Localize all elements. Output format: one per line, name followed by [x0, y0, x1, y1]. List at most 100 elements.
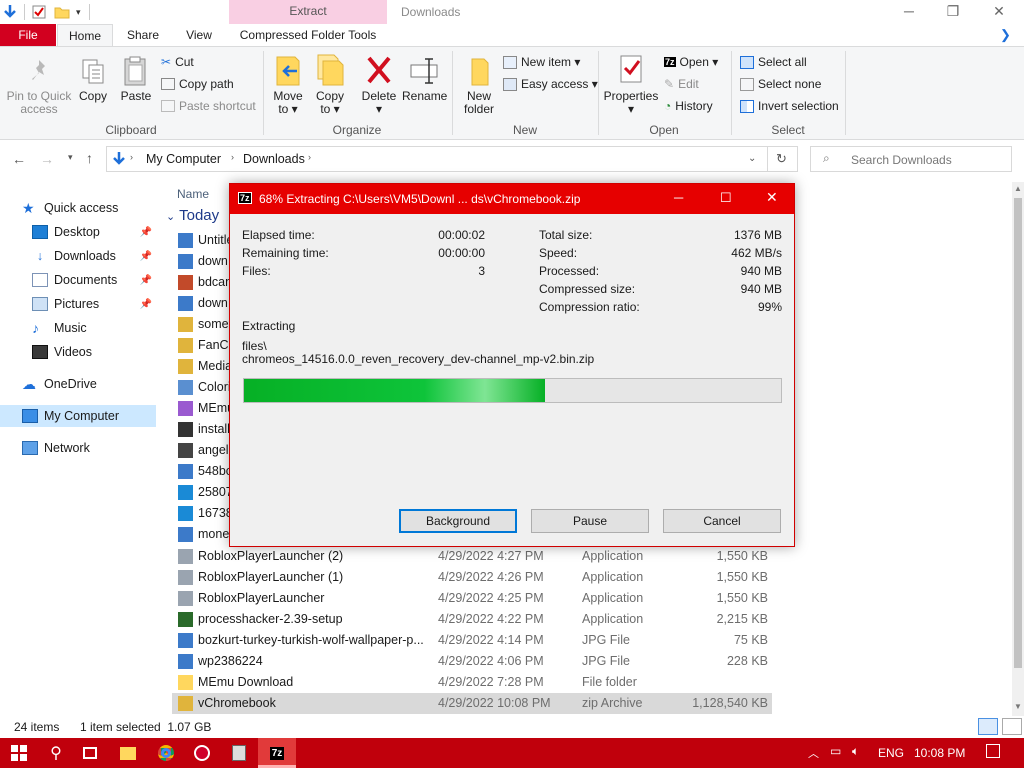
show-hidden-icons[interactable]: ︿ [808, 745, 819, 761]
easy-access-button[interactable]: Easy access ▾ [503, 75, 598, 93]
properties-check-icon[interactable] [32, 5, 46, 19]
network-tray-icon[interactable]: ▭ [830, 744, 841, 758]
details-view-icon[interactable] [978, 718, 998, 735]
help-icon[interactable]: ❯ [1000, 27, 1011, 43]
table-row[interactable]: bozkurt-turkey-turkish-wolf-wallpaper-p.… [172, 630, 772, 651]
new-folder-button[interactable]: New folder [460, 53, 498, 116]
cancel-button[interactable]: Cancel [663, 509, 781, 533]
move-to-button[interactable]: Move to ▾ [270, 53, 306, 116]
tab-compressed-folder-tools[interactable]: Compressed Folder Tools [229, 24, 387, 46]
list-item[interactable]: FanCo [172, 335, 236, 356]
delete-button[interactable]: Delete ▾ [360, 53, 398, 116]
table-row[interactable]: vChromebook 4/29/2022 10:08 PM zip Archive… [172, 693, 772, 714]
taskbar-chrome[interactable] [148, 738, 184, 768]
search-input[interactable]: ⌕ Search Downloads [810, 146, 1012, 172]
list-item[interactable]: bdcam [172, 272, 236, 293]
scroll-down-icon[interactable]: ▼ [1014, 702, 1022, 711]
pin-to-quick-access-button[interactable]: Pin to Quick access [4, 57, 74, 116]
refresh-button[interactable]: ↻ [768, 146, 798, 172]
edit-button[interactable]: ✎ Edit [664, 75, 699, 93]
list-item[interactable]: down [172, 293, 230, 314]
paste-button[interactable]: Paste [118, 55, 154, 103]
forward-arrow-icon[interactable]: → [40, 151, 54, 167]
dialog-maximize-icon[interactable]: ☐ [720, 190, 732, 206]
taskbar-app-record[interactable] [184, 738, 220, 768]
minimize-button[interactable]: ─ [886, 0, 932, 24]
maximize-button[interactable]: ❐ [930, 0, 976, 24]
group-header-today[interactable]: ⌄ Today [166, 207, 219, 224]
paste-shortcut-button[interactable]: Paste shortcut [161, 97, 256, 115]
extract-context-tab[interactable]: Extract [229, 0, 387, 24]
nav-item-network[interactable]: Network [0, 437, 156, 459]
volume-icon[interactable]: 🔈︎ [852, 744, 859, 759]
list-item[interactable]: 548bc [172, 461, 232, 482]
table-row[interactable]: RobloxPlayerLauncher (2) 4/29/2022 4:27 P… [172, 546, 772, 567]
taskbar-file-explorer[interactable] [110, 738, 146, 768]
recent-locations-chevron-icon[interactable]: ▾ [68, 152, 73, 163]
breadcrumb-chevron-icon[interactable]: › [130, 152, 133, 162]
list-item[interactable]: 25807 [172, 482, 233, 503]
nav-item-pictures[interactable]: Pictures 📌 [0, 293, 156, 315]
copy-to-button[interactable]: Copy to ▾ [312, 53, 348, 116]
history-button[interactable]: ◔ History [664, 97, 713, 115]
vertical-scrollbar[interactable]: ▲ ▼ [1012, 182, 1024, 716]
rename-button[interactable]: Rename [402, 53, 447, 103]
notifications-icon[interactable] [986, 744, 1000, 758]
list-item[interactable]: Untitle [172, 230, 233, 251]
scrollbar-thumb[interactable] [1014, 198, 1022, 668]
nav-item-videos[interactable]: Videos [0, 341, 156, 363]
cut-button[interactable]: ✂ Cut [161, 53, 194, 71]
down-arrow-icon[interactable] [2, 4, 18, 20]
large-icons-view-icon[interactable] [1002, 718, 1022, 735]
nav-item-downloads[interactable]: ↓ Downloads 📌 [0, 245, 156, 267]
invert-selection-button[interactable]: Invert selection [740, 97, 839, 115]
list-item[interactable]: Colori [172, 377, 231, 398]
new-item-button[interactable]: New item ▾ [503, 53, 580, 71]
list-item[interactable]: Media [172, 356, 232, 377]
table-row[interactable]: RobloxPlayerLauncher (1) 4/29/2022 4:26 P… [172, 567, 772, 588]
breadcrumb-chevron-icon[interactable]: › [231, 152, 234, 162]
table-row[interactable]: RobloxPlayerLauncher 4/29/2022 4:25 PM App… [172, 588, 772, 609]
clock[interactable]: 10:08 PM [914, 746, 965, 760]
address-dropdown-icon[interactable]: ⌄ [748, 153, 756, 164]
column-header-name[interactable]: Name [177, 187, 209, 201]
breadcrumb-chevron-icon[interactable]: › [308, 152, 311, 162]
list-item[interactable]: some [172, 314, 230, 335]
customize-toolbar-icon[interactable]: ▾ [76, 7, 81, 18]
search-taskbar-button[interactable]: ⚲ [38, 738, 74, 768]
table-row[interactable]: wp2386224 4/29/2022 4:06 PM JPG File 228 KB [172, 651, 772, 672]
list-item[interactable]: angel- [172, 440, 233, 461]
background-button[interactable]: Background [399, 509, 517, 533]
up-arrow-icon[interactable]: ↑ [86, 150, 93, 166]
pause-button[interactable]: Pause [531, 509, 649, 533]
dialog-minimize-icon[interactable]: ─ [674, 190, 683, 205]
properties-button[interactable]: Properties ▾ [602, 53, 660, 116]
breadcrumb-downloads[interactable]: Downloads [243, 152, 305, 166]
nav-item-my-computer[interactable]: My Computer [0, 405, 156, 427]
copy-path-button[interactable]: Copy path [161, 75, 234, 93]
tab-home[interactable]: Home [57, 24, 113, 46]
tab-view[interactable]: View [172, 24, 226, 46]
list-item[interactable]: down [172, 251, 230, 272]
nav-item-onedrive[interactable]: ☁ OneDrive [0, 373, 156, 395]
close-button[interactable]: ✕ [976, 0, 1022, 24]
table-row[interactable]: processhacker-2.39-setup 4/29/2022 4:22 P… [172, 609, 772, 630]
start-button[interactable] [0, 738, 38, 768]
dialog-title-bar[interactable]: 7z 68% Extracting C:\Users\VM5\Downl ...… [230, 184, 794, 214]
breadcrumb-my-computer[interactable]: My Computer [146, 152, 221, 166]
taskbar-7zip[interactable]: 7z [258, 738, 296, 768]
address-bar[interactable]: › My Computer › Downloads › ⌄ [106, 146, 768, 172]
nav-item-desktop[interactable]: Desktop 📌 [0, 221, 156, 243]
nav-item-documents[interactable]: Documents 📌 [0, 269, 156, 291]
nav-item-quick-access[interactable]: ★ Quick access [0, 197, 156, 219]
back-arrow-icon[interactable]: ← [12, 151, 26, 167]
task-view-button[interactable] [72, 738, 108, 768]
list-item[interactable]: mone [172, 524, 230, 545]
list-item[interactable]: MEmu [172, 398, 234, 419]
taskbar-app-calculator[interactable] [221, 738, 257, 768]
table-row[interactable]: MEmu Download 4/29/2022 7:28 PM File folde… [172, 672, 772, 693]
list-item[interactable]: 16738 [172, 503, 233, 524]
tab-file[interactable]: File [0, 24, 56, 46]
list-item[interactable]: install [172, 419, 230, 440]
tab-share[interactable]: Share [116, 24, 170, 46]
